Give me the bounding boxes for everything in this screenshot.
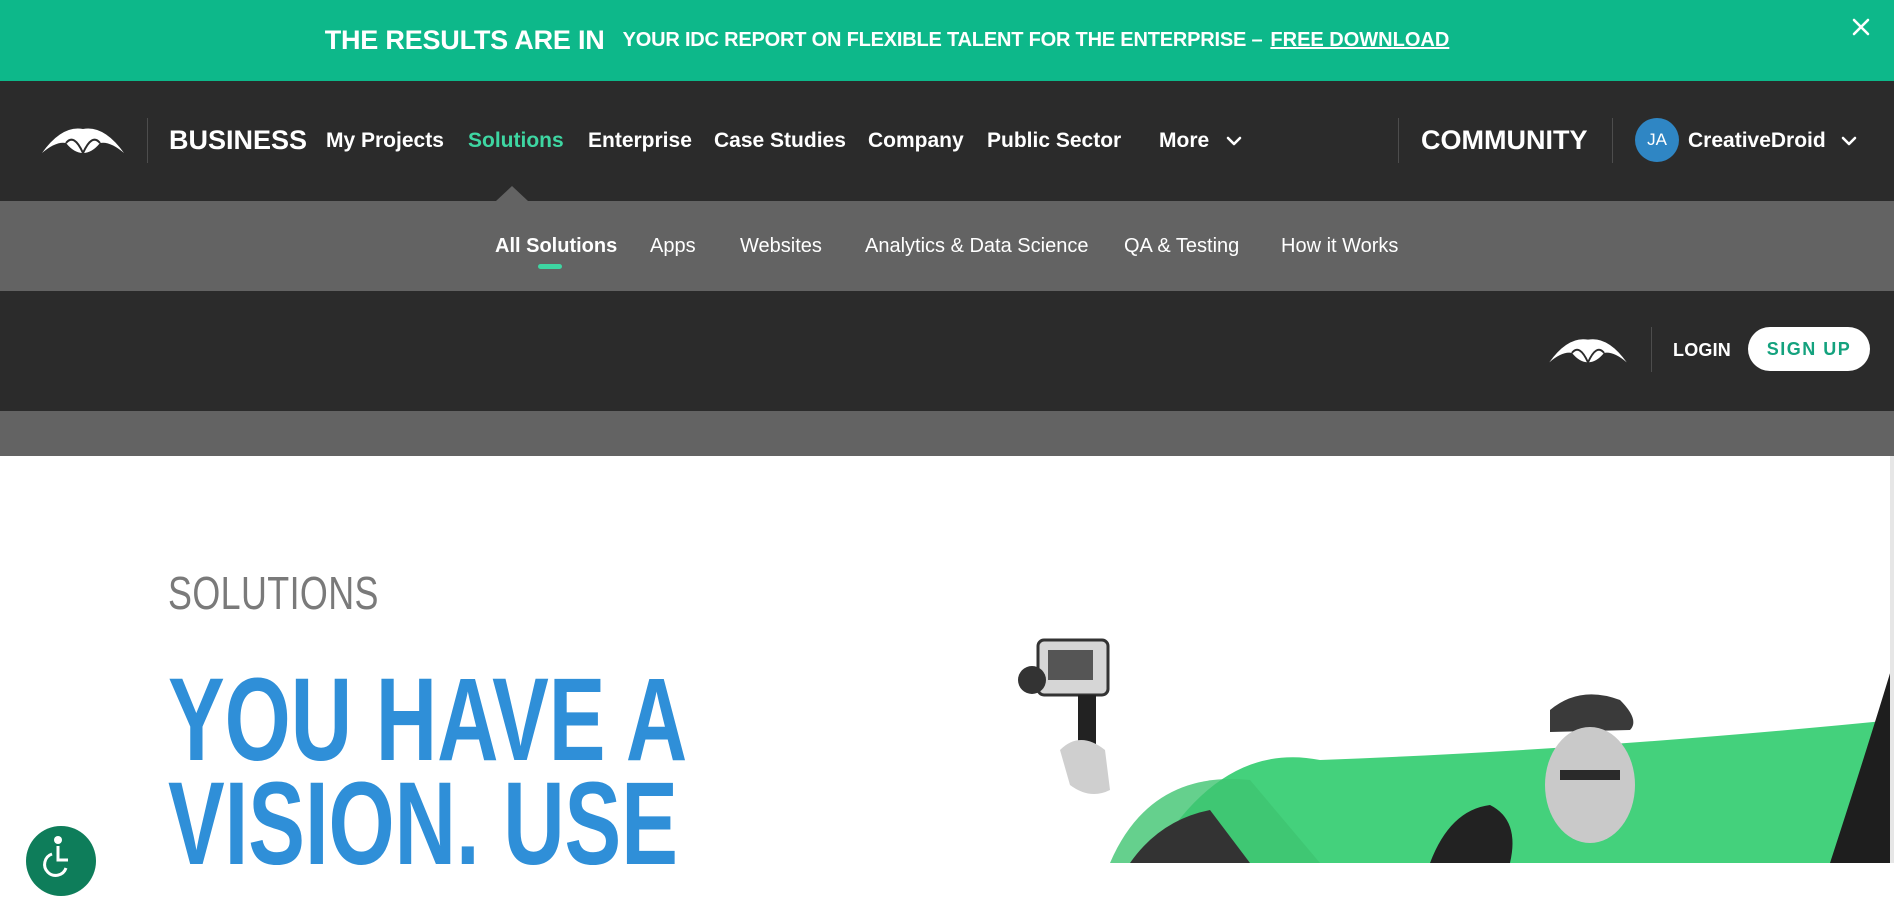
accessibility-icon [43,836,68,877]
subnav-websites[interactable]: Websites [740,235,822,258]
hero-title-line: YOU HAVE A [168,654,688,786]
divider [147,118,148,163]
business-label[interactable]: BUSINESS [169,125,307,156]
subnav-analytics[interactable]: Analytics & Data Science [865,235,1088,258]
subnav-all-solutions[interactable]: All Solutions [495,235,617,258]
brand-logo-icon[interactable] [40,123,126,159]
nav-more-label: More [1159,129,1210,152]
subnav-qa-testing[interactable]: QA & Testing [1124,235,1239,258]
active-subnav-underline [538,264,562,269]
divider [1612,118,1613,163]
nav-more[interactable]: More [1159,129,1243,153]
accessibility-button[interactable] [26,826,96,896]
subnav-apps[interactable]: Apps [650,235,696,258]
divider [1398,118,1399,163]
subnav-how-it-works[interactable]: How it Works [1281,235,1398,258]
hero-title: YOU HAVE A VISION. USE [168,654,688,890]
nav-solutions[interactable]: Solutions [468,129,564,153]
gray-band [0,411,1894,456]
login-link[interactable]: LOGIN [1673,340,1731,361]
avatar[interactable]: JA [1635,118,1679,162]
nav-public-sector[interactable]: Public Sector [987,129,1121,153]
section-eyebrow: SOLUTIONS [168,567,379,619]
divider [1651,327,1652,372]
signup-button[interactable]: SIGN UP [1748,327,1870,371]
brand-logo-icon[interactable] [1547,334,1629,368]
chevron-down-icon [1841,137,1856,146]
sub-navigation: All Solutions Apps Websites Analytics & … [0,201,1894,291]
nav-enterprise[interactable]: Enterprise [588,129,692,153]
active-nav-indicator [496,186,528,201]
hero-image [1018,638,1894,863]
close-icon[interactable] [1848,14,1874,40]
nav-case-studies[interactable]: Case Studies [714,129,846,153]
promo-headline: THE RESULTS ARE IN [324,25,605,55]
free-download-link[interactable]: FREE DOWNLOAD [1270,29,1449,52]
page-scrollbar[interactable] [1890,456,1894,863]
hero-title-line: VISION. USE [168,758,678,890]
username-label: CreativeDroid [1688,129,1826,152]
user-menu[interactable]: CreativeDroid [1688,129,1858,153]
main-navigation: BUSINESS My Projects Solutions Enterpris… [0,81,1894,201]
chevron-down-icon [1226,137,1242,146]
promo-banner: THE RESULTS ARE IN YOUR IDC REPORT ON FL… [0,0,1894,81]
community-link[interactable]: COMMUNITY [1421,125,1587,156]
nav-my-projects[interactable]: My Projects [326,129,444,153]
promo-text: YOUR IDC REPORT ON FLEXIBLE TALENT FOR T… [622,29,1263,51]
nav-company[interactable]: Company [868,129,964,153]
